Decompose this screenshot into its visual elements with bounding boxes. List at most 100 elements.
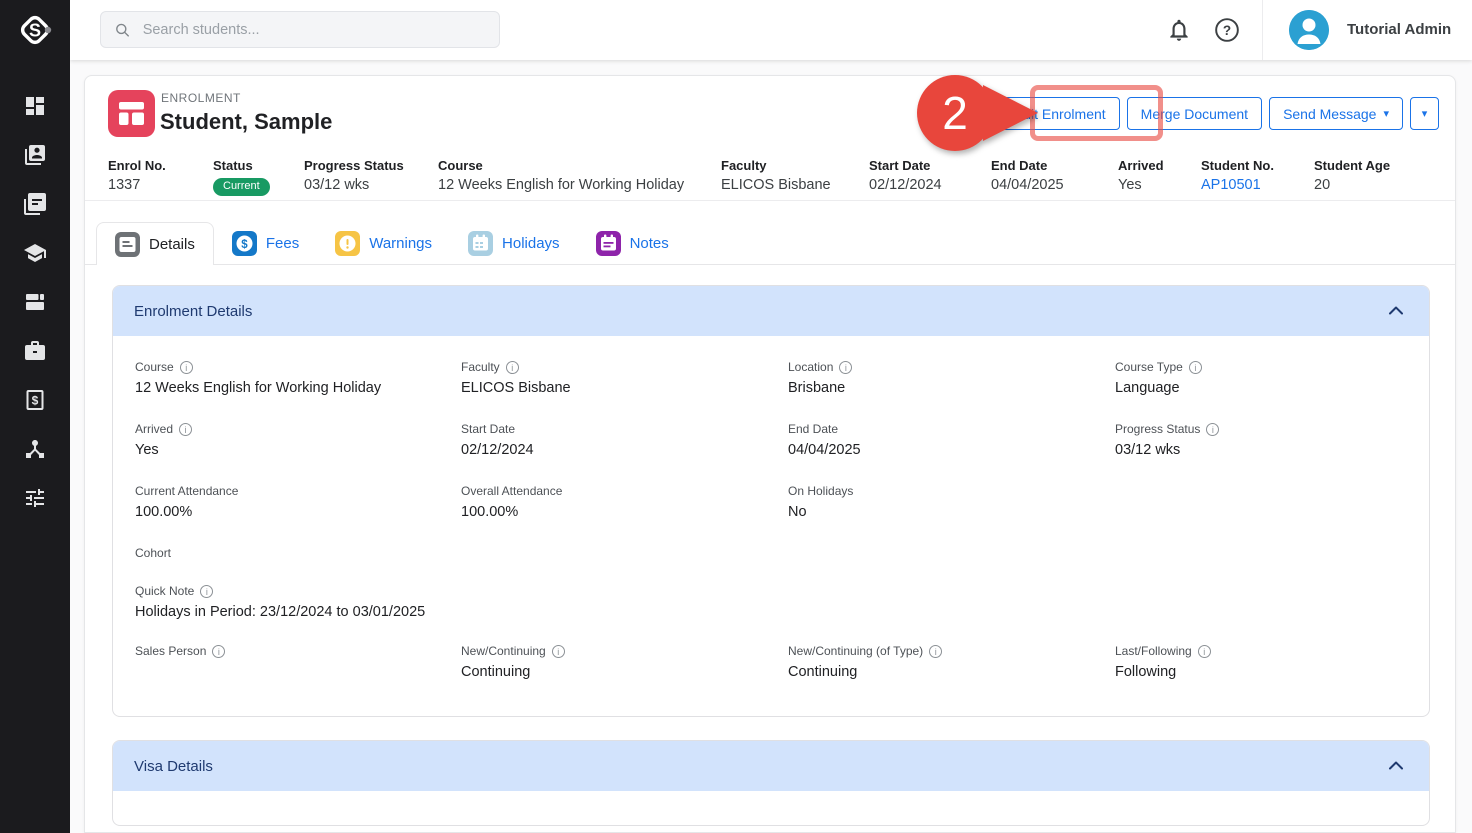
sidebar: S $ <box>0 0 70 833</box>
avatar[interactable] <box>1289 10 1329 50</box>
tutorial-step-arrow: 2 <box>905 72 1045 156</box>
field-cohort: Cohort <box>135 546 461 584</box>
info-icon[interactable]: i <box>200 585 213 598</box>
svg-text:S: S <box>29 21 41 41</box>
topbar: ? Tutorial Admin <box>70 0 1472 60</box>
summary-student-age: Student Age 20 <box>1314 153 1390 200</box>
field-on-holidays: On Holidays No <box>788 484 1115 546</box>
summary-end-date: End Date 04/04/2025 <box>991 153 1118 200</box>
card-header: ENROLMENT Student, Sample Edit Enrolment… <box>85 76 1455 153</box>
network-nodes-icon[interactable] <box>23 437 47 461</box>
panel-title: Visa Details <box>134 758 213 775</box>
logo-icon: S <box>15 10 55 50</box>
summary-status: Status Current <box>213 153 304 200</box>
enrolment-summary: Enrol No. 1337 Status Current Progress S… <box>85 153 1455 201</box>
merge-document-button[interactable]: Merge Document <box>1127 97 1262 130</box>
summary-start-date: Start Date 02/12/2024 <box>869 153 991 200</box>
note-icon <box>596 231 621 256</box>
calendar-icon <box>468 231 493 256</box>
enrolment-icon <box>108 90 155 137</box>
tab-label: Notes <box>630 235 669 252</box>
info-icon[interactable]: i <box>552 645 565 658</box>
enrolment-details-panel: Enrolment Details Coursei 12 Weeks Engli… <box>112 285 1430 717</box>
topbar-divider <box>1262 0 1263 60</box>
briefcase-icon[interactable] <box>23 339 47 363</box>
field-current-attendance: Current Attendance 100.00% <box>135 484 461 546</box>
enrolment-details-fields: Coursei 12 Weeks English for Working Hol… <box>113 336 1429 706</box>
stacked-pages-icon[interactable] <box>23 192 47 216</box>
search-icon <box>114 21 131 39</box>
tab-details[interactable]: Details <box>96 222 214 265</box>
info-icon[interactable]: i <box>1206 423 1219 436</box>
search-box[interactable] <box>100 11 500 48</box>
summary-student-no: Student No. AP10501 <box>1201 153 1314 200</box>
id-card-icon[interactable] <box>23 143 47 167</box>
field-quick-note: Quick Notei Holidays in Period: 23/12/20… <box>135 584 1407 644</box>
field-end-date: End Date 04/04/2025 <box>788 422 1115 484</box>
info-icon[interactable]: i <box>180 361 193 374</box>
svg-text:$: $ <box>32 394 39 408</box>
caret-down-icon: ▾ <box>1383 107 1389 120</box>
layout-panels-icon[interactable] <box>23 290 47 314</box>
svg-text:$: $ <box>241 239 248 251</box>
tutorial-step-number: 2 <box>942 87 968 139</box>
field-course: Coursei 12 Weeks English for Working Hol… <box>135 360 461 422</box>
dashboard-grid-icon[interactable] <box>23 94 47 118</box>
graduation-cap-icon[interactable] <box>23 241 47 265</box>
tab-label: Holidays <box>502 235 560 252</box>
app-logo[interactable]: S <box>0 0 70 60</box>
panel-title: Enrolment Details <box>134 303 252 320</box>
page-title: Student, Sample <box>160 109 332 135</box>
entity-type-label: ENROLMENT <box>161 91 241 105</box>
invoice-dollar-icon[interactable]: $ <box>23 388 47 412</box>
summary-arrived: Arrived Yes <box>1118 153 1201 200</box>
field-start-date: Start Date 02/12/2024 <box>461 422 788 484</box>
caret-down-icon: ▾ <box>1422 107 1428 120</box>
student-no-link[interactable]: AP10501 <box>1201 177 1314 193</box>
field-new-continuing: New/Continuingi Continuing <box>461 644 788 706</box>
visa-details-panel: Visa Details <box>112 740 1430 826</box>
document-icon <box>115 232 140 257</box>
field-overall-attendance: Overall Attendance 100.00% <box>461 484 788 546</box>
chevron-up-icon[interactable] <box>1384 299 1408 323</box>
tab-label: Details <box>149 236 195 253</box>
tab-warnings[interactable]: Warnings <box>317 222 450 265</box>
dollar-icon: $ <box>232 231 257 256</box>
info-icon[interactable]: i <box>839 361 852 374</box>
info-icon[interactable]: i <box>929 645 942 658</box>
action-buttons: Edit Enrolment Merge Document Send Messa… <box>1000 97 1439 130</box>
field-faculty: Facultyi ELICOS Bisbane <box>461 360 788 422</box>
user-name[interactable]: Tutorial Admin <box>1347 0 1451 60</box>
info-icon[interactable]: i <box>179 423 192 436</box>
enrolment-card: ENROLMENT Student, Sample Edit Enrolment… <box>84 75 1456 833</box>
tab-holidays[interactable]: Holidays <box>450 222 578 265</box>
tab-label: Fees <box>266 235 299 252</box>
tab-notes[interactable]: Notes <box>578 222 687 265</box>
send-message-button[interactable]: Send Message ▾ <box>1269 97 1403 130</box>
more-actions-button[interactable]: ▾ <box>1410 97 1439 130</box>
sliders-icon[interactable] <box>23 486 47 510</box>
field-spacer <box>461 546 788 584</box>
field-spacer <box>1115 546 1407 584</box>
exclamation-icon <box>335 231 360 256</box>
field-spacer <box>788 546 1115 584</box>
field-location: Locationi Brisbane <box>788 360 1115 422</box>
visa-details-header[interactable]: Visa Details <box>113 741 1429 791</box>
tab-fees[interactable]: $ Fees <box>214 222 317 265</box>
enrolment-details-header[interactable]: Enrolment Details <box>113 286 1429 336</box>
summary-faculty: Faculty ELICOS Bisbane <box>721 153 869 200</box>
field-spacer <box>1115 484 1407 546</box>
chevron-up-icon[interactable] <box>1384 754 1408 778</box>
info-icon[interactable]: i <box>1198 645 1211 658</box>
info-icon[interactable]: i <box>212 645 225 658</box>
svg-text:?: ? <box>1223 23 1231 38</box>
info-icon[interactable]: i <box>506 361 519 374</box>
send-message-label: Send Message <box>1283 106 1376 122</box>
field-new-continuing-of-type: New/Continuing (of Type)i Continuing <box>788 644 1115 706</box>
info-icon[interactable]: i <box>1189 361 1202 374</box>
help-icon[interactable]: ? <box>1214 17 1240 43</box>
search-input[interactable] <box>141 21 486 39</box>
field-progress-status: Progress Statusi 03/12 wks <box>1115 422 1407 484</box>
bell-icon[interactable] <box>1166 17 1192 43</box>
field-sales-person: Sales Personi <box>135 644 461 706</box>
